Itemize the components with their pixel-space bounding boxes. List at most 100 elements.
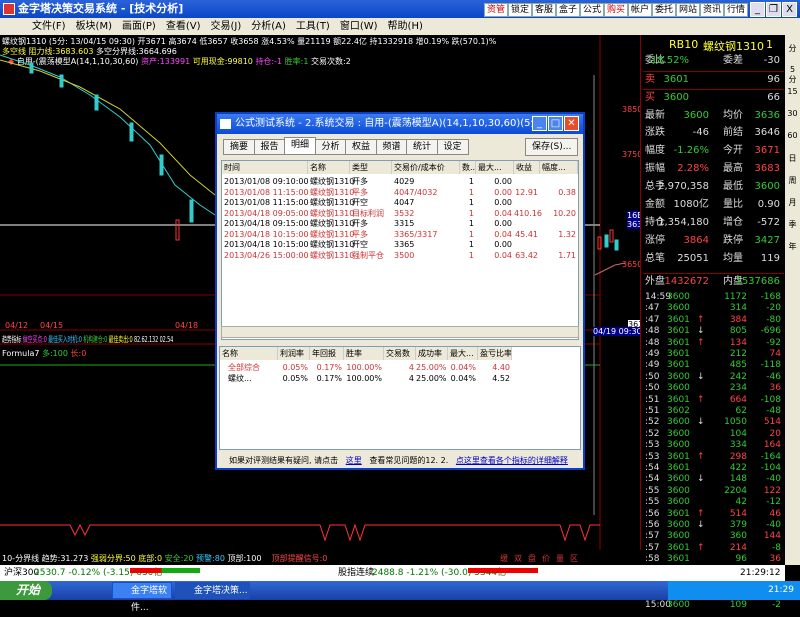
horizontal-scrollbar[interactable]: [221, 326, 579, 338]
tick-change: 36: [769, 554, 781, 565]
minimize-window-button[interactable]: _: [750, 2, 765, 17]
period-button[interactable]: 年: [786, 241, 799, 252]
tick-row: :52 3600 104 20: [645, 428, 783, 440]
tick-time: :50: [645, 383, 660, 394]
toolbar-button-7[interactable]: 委托: [652, 3, 677, 17]
summary-header[interactable]: 利润率: [278, 347, 310, 360]
period-button[interactable]: 周: [786, 175, 799, 186]
period-button[interactable]: 季: [786, 219, 799, 230]
value2: 1537686: [735, 276, 780, 287]
tick-row: :48 3601 ↓ 805 -696: [645, 325, 783, 337]
taskbar-item[interactable]: 金字塔决策...: [175, 582, 250, 599]
chart-nav-tab[interactable]: 价: [542, 554, 550, 563]
value: -18.52%: [647, 55, 689, 66]
tab-1[interactable]: 报告: [253, 139, 286, 155]
menu-item[interactable]: 窗口(W): [340, 21, 378, 32]
toolbar-button-10[interactable]: 行情: [724, 3, 749, 17]
tab-3[interactable]: 分析: [314, 139, 347, 155]
column-header[interactable]: 数..: [460, 161, 476, 174]
toolbar-button-1[interactable]: 锁定: [508, 3, 533, 17]
value: 3600: [683, 110, 709, 121]
period-button[interactable]: 日: [786, 153, 799, 164]
indicator-help-link[interactable]: 点这里查看各个指标的详细解释: [456, 456, 568, 465]
summary-header[interactable]: 年回报: [310, 347, 344, 360]
minimize-button[interactable]: _: [532, 116, 547, 131]
tab-2[interactable]: 明细: [284, 137, 317, 155]
toolbar-button-8[interactable]: 网站: [676, 3, 701, 17]
period-button[interactable]: 15: [786, 87, 799, 96]
label: 总笔: [645, 253, 665, 264]
tick-price: 3601: [667, 349, 690, 359]
arrow-down-icon: ↓: [697, 474, 705, 485]
menu-item[interactable]: 分析(A): [251, 21, 286, 32]
tab-5[interactable]: 频谱: [375, 139, 408, 155]
tick-row: 14:59 3600 1172 -168: [645, 291, 783, 303]
column-header[interactable]: 最大...: [476, 161, 514, 174]
summary-header[interactable]: 名称: [220, 347, 278, 360]
menu-item[interactable]: 查看(V): [166, 21, 201, 32]
summary-header[interactable]: 最大...: [448, 347, 478, 360]
menu-item[interactable]: 工具(T): [296, 21, 330, 32]
menu-item[interactable]: 画面(P): [122, 21, 156, 32]
trade-cell: 0.00: [494, 198, 512, 207]
toolbar-button-4[interactable]: 公式: [580, 3, 605, 17]
help-link[interactable]: 这里: [346, 456, 362, 465]
trade-cell: 0.00: [494, 219, 512, 228]
tab-4[interactable]: 权益: [345, 139, 378, 155]
menu-item[interactable]: 文件(F): [32, 21, 66, 32]
tick-price: 3600: [667, 292, 690, 302]
indicator-1-value: 82.62.132: [133, 335, 159, 344]
column-header[interactable]: 类型: [350, 161, 392, 174]
tick-price: 3600: [667, 303, 690, 314]
tick-price: 3601: [667, 463, 690, 473]
period-button[interactable]: 月: [786, 197, 799, 208]
toolbar-button-0[interactable]: 资管: [484, 3, 509, 17]
summary-table[interactable]: 名称 利润率 年回报 胜率 交易数 成功率 最大... 盈亏比率 全部综合 0.05% 0.17% 1…: [219, 346, 581, 450]
chart-nav-tab[interactable]: 双: [514, 554, 522, 563]
column-header[interactable]: 名称: [308, 161, 350, 174]
menu-item[interactable]: 板块(M): [76, 21, 112, 32]
close-window-button[interactable]: X: [782, 2, 797, 17]
restore-window-button[interactable]: ❐: [766, 2, 781, 17]
period-button[interactable]: 60: [786, 131, 799, 140]
trade-detail-table[interactable]: 时间 名称 类型 交易价/成本价 数.. 最大... 收益 幅度... 2013/01/08 0…: [221, 160, 579, 340]
chart-nav-tab[interactable]: 缓: [500, 554, 508, 563]
tick-volume: 664: [729, 394, 747, 405]
summary-header[interactable]: 交易数: [384, 347, 416, 360]
trade-cell: 平多: [352, 229, 368, 239]
close-button[interactable]: ✕: [564, 116, 579, 131]
taskbar-item[interactable]: 金字塔软件...: [112, 582, 172, 613]
toolbar-button-2[interactable]: 客服: [532, 3, 557, 17]
period-button[interactable]: 5分: [786, 65, 799, 85]
menu-item[interactable]: 帮助(H): [388, 21, 423, 32]
tick-time: :57: [645, 531, 660, 542]
save-button[interactable]: 保存(S)...: [525, 138, 579, 156]
label: 振幅: [645, 163, 665, 174]
chart-nav-tab[interactable]: 盘: [528, 554, 536, 563]
tab-7[interactable]: 设定: [436, 139, 469, 155]
summary-header[interactable]: 成功率: [416, 347, 448, 360]
period-button[interactable]: 30: [786, 109, 799, 118]
start-button[interactable]: 开始: [0, 581, 52, 600]
summary-header[interactable]: 胜率: [344, 347, 384, 360]
menu-item[interactable]: 交易(J): [211, 21, 242, 32]
maximize-button[interactable]: □: [548, 116, 563, 131]
column-header[interactable]: 时间: [222, 161, 308, 174]
tab-0[interactable]: 摘要: [223, 139, 256, 155]
trade-cell: 2013/04/18 10:15:00: [224, 229, 309, 239]
column-header[interactable]: 交易价/成本价: [392, 161, 460, 174]
summary-header[interactable]: 盈亏比率: [478, 347, 512, 360]
chart-nav-tab[interactable]: 量: [556, 554, 564, 563]
toolbar-button-6[interactable]: 帐户: [628, 3, 653, 17]
chart-nav-tab[interactable]: 区: [570, 554, 578, 563]
toolbar-button-3[interactable]: 盒子: [556, 3, 581, 17]
indicator-2-legend: Formula7 多:100 长:0: [2, 349, 87, 358]
period-button[interactable]: 分: [786, 43, 799, 54]
toolbar-button-9[interactable]: 资讯: [700, 3, 725, 17]
column-header[interactable]: 幅度...: [540, 161, 578, 174]
column-header[interactable]: 收益: [514, 161, 540, 174]
toolbar-button-5[interactable]: 购买: [604, 3, 629, 17]
tab-6[interactable]: 统计: [406, 139, 439, 155]
tick-time: :58: [645, 554, 660, 565]
tick-time: :52: [645, 417, 660, 428]
